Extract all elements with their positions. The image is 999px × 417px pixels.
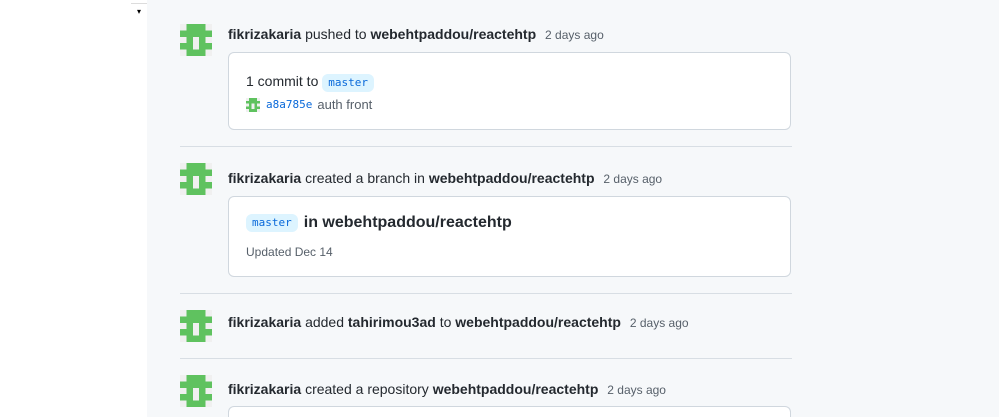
event-time[interactable]: 2 days ago <box>630 316 689 330</box>
added-user-link[interactable]: tahirimou3ad <box>348 314 436 330</box>
commit-count-text: 1 commit to <box>246 73 319 89</box>
user-link[interactable]: fikrizakaria <box>228 314 301 330</box>
commit-message: auth front <box>317 97 373 112</box>
user-link[interactable]: fikrizakaria <box>228 170 301 186</box>
commit-row: a8a785e auth front <box>246 97 372 112</box>
user-avatar[interactable] <box>180 310 212 342</box>
action-text: pushed to <box>305 26 367 42</box>
scroll-down-arrow-icon[interactable]: ▾ <box>131 6 147 18</box>
repo-link[interactable]: webehtpaddou/reactehtp <box>370 26 536 42</box>
updated-text: Updated Dec 14 <box>246 245 333 259</box>
commit-summary: 1 commit to master <box>246 73 374 92</box>
event-headline: fikrizakaria created a branch in webehtp… <box>228 168 662 188</box>
branch-tag[interactable]: master <box>246 214 298 232</box>
event-time[interactable]: 2 days ago <box>607 383 666 397</box>
branch-title: master in webehtpaddou/reactehtp <box>246 214 512 232</box>
identicon-avatar-icon <box>180 163 212 195</box>
user-avatar[interactable] <box>180 163 212 195</box>
branch-repo-link[interactable]: in webehtpaddou/reactehtp <box>304 214 512 232</box>
user-link[interactable]: fikrizakaria <box>228 26 301 42</box>
action-text: added <box>305 314 344 330</box>
event-headline: fikrizakaria pushed to webehtpaddou/reac… <box>228 24 604 44</box>
event-time[interactable]: 2 days ago <box>545 28 604 42</box>
event-headline: fikrizakaria created a repository webeht… <box>228 379 666 399</box>
identicon-avatar-icon <box>180 310 212 342</box>
scrollbar[interactable] <box>131 0 147 417</box>
user-link[interactable]: fikrizakaria <box>228 381 301 397</box>
user-avatar[interactable] <box>180 24 212 56</box>
event-headline: fikrizakaria added tahirimou3ad to webeh… <box>228 312 689 332</box>
committer-avatar[interactable] <box>246 97 260 112</box>
repo-link[interactable]: webehtpaddou/reactehtp <box>455 314 621 330</box>
identicon-avatar-icon <box>246 97 260 112</box>
identicon-avatar-icon <box>180 375 212 407</box>
event-divider <box>180 146 792 147</box>
repo-link[interactable]: webehtpaddou/reactehtp <box>433 381 599 397</box>
user-avatar[interactable] <box>180 375 212 407</box>
action-text: created a branch in <box>305 170 425 186</box>
push-card: 1 commit to master a8a785e auth front <box>228 52 791 130</box>
identicon-avatar-icon <box>180 24 212 56</box>
branch-card: master in webehtpaddou/reactehtp Updated… <box>228 196 791 277</box>
left-pane <box>0 0 147 417</box>
scroll-up-button[interactable] <box>131 0 147 4</box>
event-time[interactable]: 2 days ago <box>603 172 662 186</box>
branch-tag[interactable]: master <box>322 74 374 92</box>
repo-link[interactable]: webehtpaddou/reactehtp <box>429 170 595 186</box>
event-divider <box>180 293 792 294</box>
connector-text: to <box>439 314 452 330</box>
repo-card <box>228 406 791 417</box>
commit-sha-link[interactable]: a8a785e <box>266 98 312 111</box>
action-text: created a repository <box>305 381 429 397</box>
event-divider <box>180 358 792 359</box>
